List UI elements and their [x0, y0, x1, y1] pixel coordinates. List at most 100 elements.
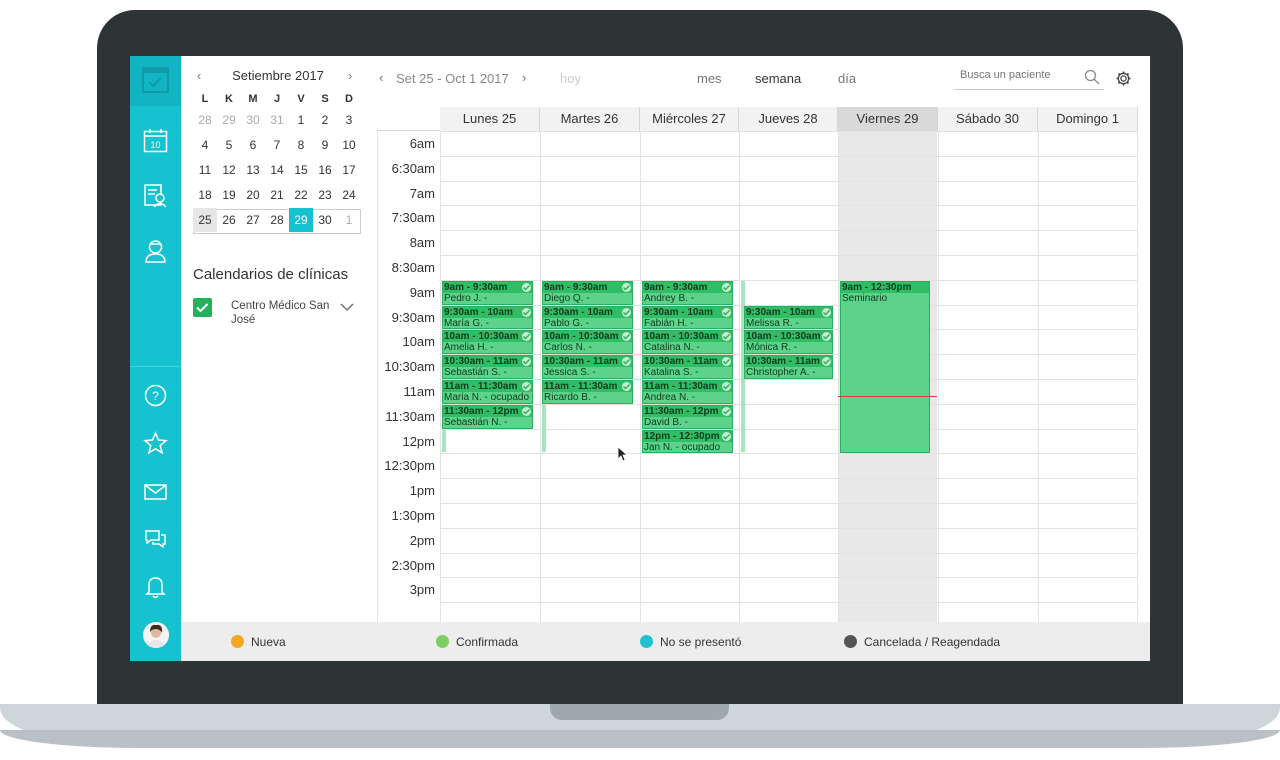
appointment-event[interactable]: 11:30am - 12pm Sebastián N. - — [442, 404, 533, 429]
app-logo[interactable] — [130, 56, 181, 106]
mini-day[interactable]: 24 — [337, 183, 361, 207]
appointment-event[interactable]: 9am - 9:30am Pedro J. - — [442, 280, 533, 305]
appointment-event[interactable]: 9:30am - 10am Melissa R. - — [744, 305, 833, 330]
next-week-button[interactable]: › — [522, 70, 526, 85]
view-month-button[interactable]: mes — [697, 71, 722, 86]
mini-day[interactable]: 10 — [337, 133, 361, 157]
mini-day[interactable]: 27 — [241, 208, 265, 232]
mini-day[interactable]: 26 — [217, 208, 241, 232]
mail-icon[interactable] — [143, 479, 168, 504]
appointment-event[interactable]: 10:30am - 11am Katalina S. - — [642, 355, 733, 379]
appointment-event[interactable]: 11am - 11:30am Ricardo B. - — [542, 380, 633, 404]
appointment-event[interactable]: 10:30am - 11am Sebastián S. - — [442, 355, 533, 379]
appointment-event[interactable]: 10am - 10:30am Catalina N. - — [642, 330, 733, 355]
clinic-name[interactable]: Centro Médico San José — [231, 299, 341, 327]
appointment-event[interactable]: 11:30am - 12pm David B. - — [642, 404, 733, 429]
appointment-event[interactable]: 11am - 11:30am Maria N. - ocupado — [442, 380, 533, 404]
mini-next-month-button[interactable]: › — [348, 68, 352, 83]
mini-day[interactable]: 16 — [313, 158, 337, 182]
appointment-patient: Christopher A. - — [746, 367, 816, 379]
appointment-event[interactable]: 9:30am - 10am Pablo G. - — [542, 305, 633, 330]
mini-day[interactable]: 9 — [313, 133, 337, 157]
day-header[interactable]: Lunes 25 — [440, 107, 540, 131]
view-day-button[interactable]: día — [838, 71, 856, 86]
mini-day[interactable]: 31 — [265, 108, 289, 132]
appointment-event[interactable]: 9am - 9:30am Diego Q. - — [542, 280, 633, 305]
user-avatar[interactable] — [143, 622, 169, 648]
appointment-time: 9:30am - 10am — [643, 306, 732, 318]
grid-corner — [377, 107, 440, 131]
mini-day[interactable]: 11 — [193, 158, 217, 182]
clinic-checkbox[interactable] — [193, 298, 212, 317]
mini-day[interactable]: 13 — [241, 158, 265, 182]
day-header[interactable]: Miércoles 27 — [640, 107, 739, 131]
day-header[interactable]: Viernes 29 — [838, 107, 938, 131]
patient-records-icon[interactable] — [143, 183, 168, 208]
mini-day[interactable]: 22 — [289, 183, 313, 207]
mini-day[interactable]: 20 — [241, 183, 265, 207]
calendar-icon[interactable]: 10 — [143, 128, 168, 153]
day-header[interactable]: Jueves 28 — [739, 107, 838, 131]
appointment-patient: Melissa R. - — [746, 317, 799, 329]
chat-icon[interactable] — [143, 526, 168, 551]
view-week-button[interactable]: semana — [755, 71, 801, 86]
appointment-event[interactable]: 10am - 10:30am Mónica R. - — [744, 330, 833, 355]
mini-day[interactable]: 23 — [313, 183, 337, 207]
mini-day[interactable]: 8 — [289, 133, 313, 157]
day-header[interactable]: Domingo 1 — [1038, 107, 1138, 131]
mini-calendar-title: Setiembre 2017 — [232, 68, 324, 83]
appointment-patient: Pedro J. - — [444, 292, 488, 304]
mini-day[interactable]: 14 — [265, 158, 289, 182]
mini-day[interactable]: 28 — [193, 108, 217, 132]
appointment-time: 9:30am - 10am — [443, 306, 532, 318]
time-label: 7am — [409, 185, 435, 201]
appointment-event[interactable]: 9am - 9:30am Andrey B. - — [642, 280, 733, 305]
mini-day[interactable]: 3 — [337, 108, 361, 132]
mini-day[interactable]: 28 — [265, 208, 289, 232]
mini-day[interactable]: 6 — [241, 133, 265, 157]
mini-day[interactable]: 21 — [265, 183, 289, 207]
mini-day[interactable]: 25 — [193, 208, 217, 232]
mini-day[interactable]: 1 — [337, 208, 361, 232]
mini-day[interactable]: 1 — [289, 108, 313, 132]
mini-day[interactable]: 4 — [193, 133, 217, 157]
mini-day[interactable]: 18 — [193, 183, 217, 207]
mini-prev-month-button[interactable]: ‹ — [197, 68, 201, 83]
mini-day[interactable]: 30 — [313, 208, 337, 232]
mini-day[interactable]: 29 — [289, 208, 313, 232]
mini-day[interactable]: 15 — [289, 158, 313, 182]
prev-week-button[interactable]: ‹ — [379, 70, 383, 85]
appointment-event[interactable]: 10am - 10:30am Carlos N. - — [542, 330, 633, 355]
help-icon[interactable]: ? — [143, 383, 168, 408]
mini-day[interactable]: 2 — [313, 108, 337, 132]
patient-search-input[interactable] — [960, 69, 1080, 81]
appointment-event[interactable]: 10:30am - 11am Christopher A. - — [744, 355, 833, 379]
time-label: 10am — [402, 334, 435, 350]
appointment-event[interactable]: 9am - 12:30pm Seminario — [840, 280, 930, 454]
appointment-event[interactable]: 10:30am - 11am Jessica S. - — [542, 355, 633, 379]
mini-day[interactable]: 19 — [217, 183, 241, 207]
day-header[interactable]: Sábado 30 — [938, 107, 1038, 131]
time-label: 9am — [409, 284, 435, 300]
mini-day[interactable]: 17 — [337, 158, 361, 182]
doctor-profile-icon[interactable] — [143, 238, 168, 263]
mini-day[interactable]: 29 — [217, 108, 241, 132]
gear-icon[interactable] — [1115, 70, 1132, 87]
mini-day[interactable]: 30 — [241, 108, 265, 132]
appointment-event[interactable]: 9:30am - 10am María G. - — [442, 305, 533, 330]
search-icon[interactable] — [1084, 69, 1100, 85]
star-icon[interactable] — [143, 431, 168, 456]
appointment-event[interactable]: 11am - 11:30am Andrea N. - — [642, 380, 733, 404]
mini-day[interactable]: 12 — [217, 158, 241, 182]
day-header[interactable]: Martes 26 — [540, 107, 640, 131]
today-button[interactable]: hoy — [560, 71, 581, 86]
appointment-event[interactable]: 12pm - 12:30pm Jan N. - ocupado — [642, 429, 733, 454]
chevron-down-icon[interactable] — [340, 300, 354, 312]
mini-day[interactable]: 7 — [265, 133, 289, 157]
appointment-event[interactable]: 9:30am - 10am Fabián H. - — [642, 305, 733, 330]
appointment-time: 10:30am - 11am — [745, 356, 832, 368]
appointment-event[interactable]: 10am - 10:30am Amelia H. - — [442, 330, 533, 355]
appointment-patient: Jan N. - ocupado — [644, 441, 721, 453]
bell-icon[interactable] — [143, 574, 168, 599]
mini-day[interactable]: 5 — [217, 133, 241, 157]
